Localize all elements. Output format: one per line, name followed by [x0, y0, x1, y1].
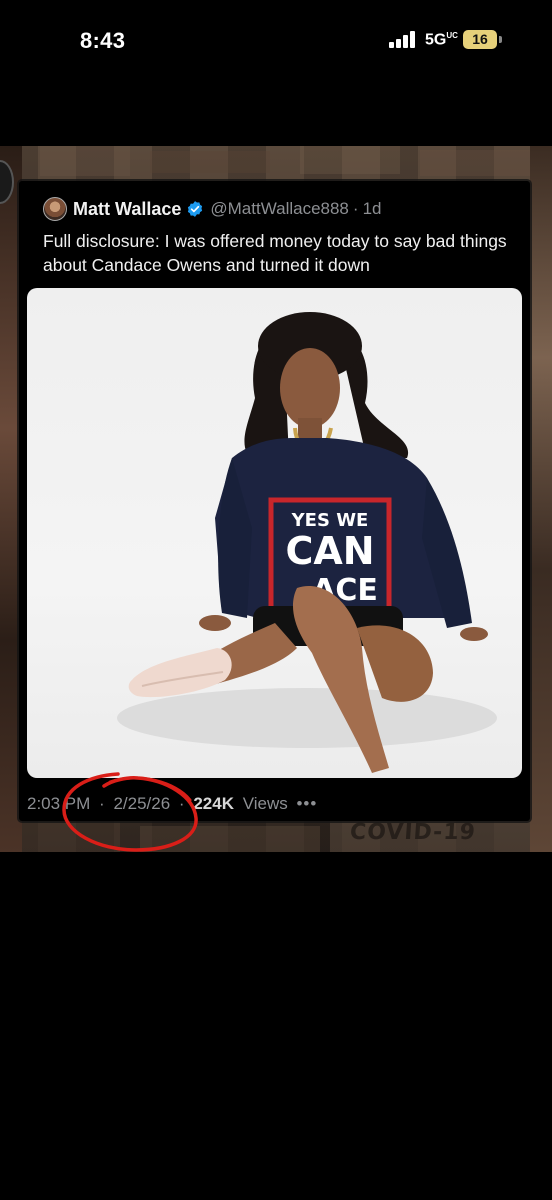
- views-label: Views: [242, 794, 288, 813]
- views-count: 224K: [193, 794, 234, 813]
- separator: ·: [352, 199, 359, 218]
- shirt-text-line1: YES WE: [291, 510, 369, 531]
- more-options-icon[interactable]: •••: [296, 794, 317, 813]
- author-handle[interactable]: @MattWallace888: [210, 199, 349, 219]
- status-bar: 8:43 5GUC 16: [0, 0, 552, 80]
- tweet-text: Full disclosure: I was offered money tod…: [43, 231, 507, 275]
- tweet-metadata: 2:03 PM · 2/25/26 · 224K Views •••: [27, 794, 317, 814]
- tweet-header: Matt Wallace @MattWallace888 · 1d: [43, 197, 381, 221]
- network-type: 5GUC: [425, 31, 458, 49]
- background-strip-right: [530, 146, 552, 852]
- time-ago[interactable]: 1d: [363, 199, 382, 219]
- separator: ·: [178, 794, 185, 813]
- background-wall-text: COVID-19: [349, 820, 477, 845]
- separator: ·: [99, 794, 105, 813]
- tweet-card[interactable]: Matt Wallace @MattWallace888 · 1d Full d…: [19, 181, 530, 821]
- clock: 8:43: [80, 28, 126, 53]
- battery-tip: [499, 36, 502, 43]
- photo-illustration: YES WE CAN ACE: [117, 312, 497, 773]
- tweet-date[interactable]: 2/25/26: [113, 794, 170, 813]
- battery-icon: 16: [463, 30, 497, 49]
- signal-bars-icon: [389, 31, 417, 48]
- tweet-time[interactable]: 2:03 PM: [27, 794, 90, 813]
- author-name[interactable]: Matt Wallace: [73, 199, 181, 220]
- verified-badge-icon: [188, 201, 203, 217]
- tweet-media-photo[interactable]: YES WE CAN ACE: [27, 288, 522, 778]
- shirt-text-line2: CAN: [285, 529, 374, 573]
- author-avatar[interactable]: [43, 197, 67, 221]
